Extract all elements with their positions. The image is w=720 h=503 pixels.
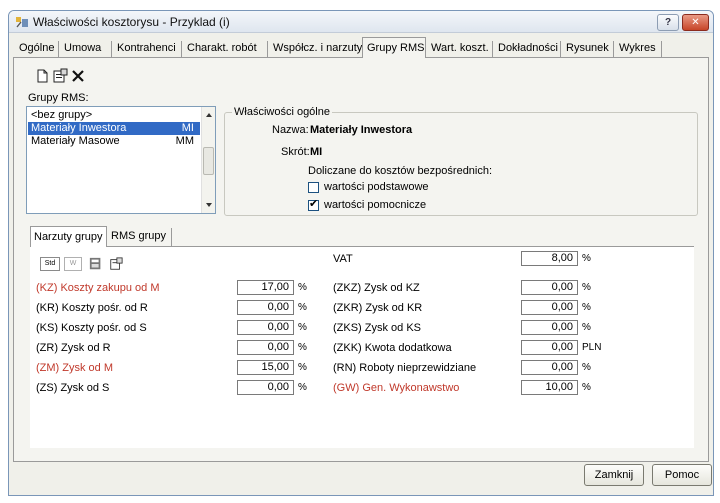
- tab-rysunek[interactable]: Rysunek: [562, 41, 614, 57]
- groups-list-label: Grupy RMS:: [28, 92, 89, 104]
- base-values-checkbox[interactable]: [308, 182, 319, 193]
- rate-unit: PLN: [582, 342, 602, 353]
- list-item-name: Materiały Masowe: [31, 135, 120, 147]
- scroll-thumb[interactable]: [203, 147, 214, 175]
- copy-icon[interactable]: [88, 257, 104, 271]
- title-bar[interactable]: Właściwości kosztorysu - Przyklad (i) ? …: [9, 11, 713, 33]
- rate-unit: %: [298, 342, 307, 353]
- name-value: Materiały Inwestora: [310, 124, 413, 136]
- subtab-narzuty-grupy[interactable]: Narzuty grupy: [30, 226, 107, 247]
- list-item-selected[interactable]: Materiały Inwestora MI: [28, 122, 200, 135]
- rate-field-rn[interactable]: 0,00: [521, 360, 578, 375]
- rate-label-ks: (KS) Koszty pośr. od S: [36, 322, 147, 334]
- help-title-button[interactable]: ?: [657, 14, 679, 31]
- rate-unit: %: [582, 322, 591, 333]
- list-item-name: Materiały Inwestora: [31, 122, 127, 134]
- rate-label-gw: (GW) Gen. Wykonawstwo: [333, 382, 460, 394]
- properties-icon[interactable]: [52, 68, 68, 84]
- vat-label: VAT: [333, 253, 353, 265]
- rate-label-zkk: (ZKK) Kwota dodatkowa: [333, 342, 452, 354]
- tab-charakt-robot[interactable]: Charakt. robót: [183, 41, 268, 57]
- rate-unit: %: [582, 362, 591, 373]
- tab-wart-koszt[interactable]: Wart. koszt.: [427, 41, 493, 57]
- scroll-up-icon[interactable]: [206, 113, 212, 117]
- short-value: MI: [310, 146, 323, 158]
- aux-values-checkbox[interactable]: ✔: [308, 198, 319, 211]
- rate-field-zr[interactable]: 0,00: [237, 340, 294, 355]
- rate-field-zs[interactable]: 0,00: [237, 380, 294, 395]
- vat-unit: %: [582, 253, 591, 264]
- groups-listbox[interactable]: <bez grupy> Materiały Inwestora MI Mater…: [26, 106, 216, 214]
- rate-label-kz: (KZ) Koszty zakupu od M: [36, 282, 160, 294]
- tab-dokladnosci[interactable]: Dokładności: [494, 41, 561, 57]
- rate-unit: %: [582, 382, 591, 393]
- rate-field-zkk[interactable]: 0,00: [521, 340, 578, 355]
- rate-unit: %: [298, 282, 307, 293]
- rate-label-kr: (KR) Koszty pośr. od R: [36, 302, 148, 314]
- tab-kontrahenci[interactable]: Kontrahenci: [113, 41, 182, 57]
- tab-wykres[interactable]: Wykres: [615, 41, 662, 57]
- rate-field-zks[interactable]: 0,00: [521, 320, 578, 335]
- list-item-code: MI: [181, 122, 194, 134]
- new-icon[interactable]: [34, 68, 50, 84]
- std-icon[interactable]: Std: [40, 257, 60, 271]
- rate-label-zks: (ZKS) Zysk od KS: [333, 322, 422, 334]
- list-scrollbar[interactable]: [201, 107, 215, 213]
- vat-field[interactable]: 8,00: [521, 251, 578, 266]
- tab-wspolcz-narzuty[interactable]: Współcz. i narzuty: [269, 41, 363, 57]
- rate-field-kz[interactable]: 17,00: [237, 280, 294, 295]
- rate-unit: %: [582, 282, 591, 293]
- app-icon: [16, 17, 28, 28]
- rate-label-zkr: (ZKR) Zysk od KR: [333, 302, 423, 314]
- rate-field-zkz[interactable]: 0,00: [521, 280, 578, 295]
- short-label: Skrót:: [281, 146, 310, 158]
- list-item-name: <bez grupy>: [31, 109, 93, 121]
- rate-field-zkr[interactable]: 0,00: [521, 300, 578, 315]
- list-item[interactable]: <bez grupy>: [28, 109, 200, 122]
- rate-label-zr: (ZR) Zysk od R: [36, 342, 111, 354]
- rate-unit: %: [582, 302, 591, 313]
- aux-values-label: wartości pomocnicze: [324, 199, 427, 211]
- rate-field-gw[interactable]: 10,00: [521, 380, 578, 395]
- rate-field-zm[interactable]: 15,00: [237, 360, 294, 375]
- tab-ogolne[interactable]: Ogólne: [15, 41, 59, 57]
- rate-field-ks[interactable]: 0,00: [237, 320, 294, 335]
- list-item[interactable]: Materiały Masowe MM: [28, 135, 200, 148]
- close-title-button[interactable]: ✕: [682, 14, 709, 31]
- list-item-code: MM: [175, 135, 194, 147]
- properties-icon[interactable]: [108, 257, 124, 271]
- rate-label-zkz: (ZKZ) Zysk od KZ: [333, 282, 420, 294]
- help-button[interactable]: Pomoc: [652, 464, 712, 486]
- rate-label-rn: (RN) Roboty nieprzewidziane: [333, 362, 477, 374]
- rate-label-zm: (ZM) Zysk od M: [36, 362, 113, 374]
- window-title: Właściwości kosztorysu - Przyklad (i): [33, 15, 230, 29]
- w-icon[interactable]: W: [64, 257, 82, 271]
- rate-label-zs: (ZS) Zysk od S: [36, 382, 110, 394]
- tab-umowa[interactable]: Umowa: [60, 41, 112, 57]
- properties-groupbox-title: Właściwości ogólne: [232, 106, 332, 118]
- direct-costs-label: Doliczane do kosztów bezpośrednich:: [308, 165, 493, 177]
- rate-unit: %: [298, 362, 307, 373]
- rate-field-kr[interactable]: 0,00: [237, 300, 294, 315]
- close-button[interactable]: Zamknij: [584, 464, 644, 486]
- scroll-down-icon[interactable]: [206, 203, 212, 207]
- rate-unit: %: [298, 382, 307, 393]
- rate-unit: %: [298, 302, 307, 313]
- delete-icon[interactable]: [70, 68, 86, 84]
- checkmark-icon: ✔: [309, 198, 319, 210]
- subtab-rms-grupy[interactable]: RMS grupy: [108, 228, 172, 246]
- tab-grupy-rms[interactable]: Grupy RMS: [362, 37, 426, 58]
- name-label: Nazwa:: [272, 124, 309, 136]
- rate-unit: %: [298, 322, 307, 333]
- base-values-label: wartości podstawowe: [324, 181, 429, 193]
